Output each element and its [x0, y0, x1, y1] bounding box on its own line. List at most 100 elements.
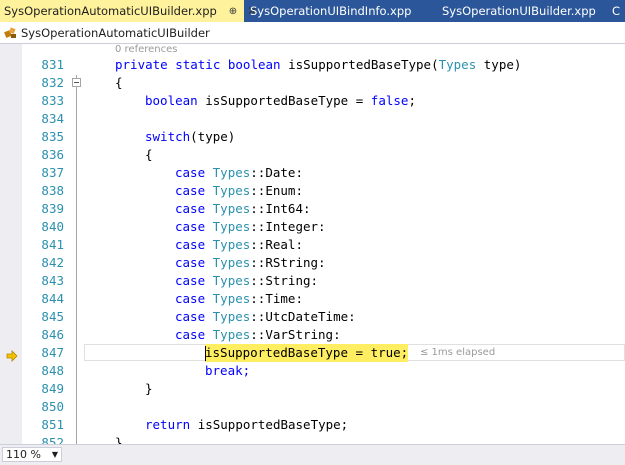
tab-label: C: [612, 4, 621, 18]
line-number: 847: [41, 345, 64, 360]
code-line: 836 {: [0, 146, 625, 164]
keyword: case: [175, 165, 213, 180]
case-statement: case Types::Enum:: [175, 182, 303, 200]
line-number: 844: [41, 291, 64, 306]
line-number: 833: [41, 93, 64, 108]
keyword: case: [175, 327, 213, 342]
keyword: case: [175, 219, 213, 234]
tab-label: SysOperationAutomaticUIBuilder.xpp: [4, 4, 217, 18]
code-line: 846 case Types::VarString:: [0, 326, 625, 344]
punct: ;: [408, 93, 416, 108]
case-statement: case Types::Time:: [175, 290, 303, 308]
line-number: 843: [41, 273, 64, 288]
code-line: 845 case Types::UtcDateTime:: [0, 308, 625, 326]
code-text: private static boolean isSupportedBaseTy…: [115, 56, 521, 74]
tab-sysoperationautomaticuibuilder[interactable]: SysOperationAutomaticUIBuilder.xpp ⊕ ✕: [0, 0, 257, 22]
collapse-toggle[interactable]: [72, 78, 81, 87]
scope-op: ::: [250, 237, 266, 252]
zoom-dropdown[interactable]: 110 % ▼: [2, 447, 62, 462]
enum-member: UtcDateTime:: [265, 309, 356, 324]
pin-icon[interactable]: ⊕: [229, 6, 237, 17]
line-number: 840: [41, 219, 64, 234]
code-line: 834: [0, 110, 625, 128]
code-line: 844 case Types::Time:: [0, 290, 625, 308]
case-statement: case Types::String:: [175, 272, 318, 290]
tab-sysoperationuibuilder[interactable]: SysOperationUIBuilder.xpp: [430, 0, 610, 22]
case-statement: case Types::RString:: [175, 254, 326, 272]
scope-op: ::: [250, 201, 266, 216]
keyword: switch: [145, 129, 191, 144]
code-line: 852 }: [0, 434, 625, 444]
tab-label: SysOperationUIBindInfo.xpp: [250, 4, 412, 18]
enum-member: VarString:: [265, 327, 341, 342]
line-number: 842: [41, 255, 64, 270]
scope-op: ::: [250, 165, 266, 180]
param: type): [476, 57, 522, 72]
codelens-references[interactable]: 0 references: [115, 44, 178, 55]
return-value: isSupportedBaseType;: [197, 417, 349, 432]
scope-op: ::: [250, 309, 266, 324]
code-line: 837 case Types::Date:: [0, 164, 625, 182]
code-line: 839 case Types::Int64:: [0, 200, 625, 218]
scope-op: ::: [250, 219, 266, 234]
tab-label: SysOperationUIBuilder.xpp: [442, 4, 596, 18]
perftip-elapsed[interactable]: ≤ 1ms elapsed: [420, 344, 495, 362]
current-statement-highlight: isSupportedBaseType = true;: [205, 344, 409, 362]
line-number: 832: [41, 75, 64, 90]
keyword: false: [370, 93, 409, 108]
code-text: }: [145, 381, 153, 396]
keyword: case: [175, 309, 213, 324]
enum-member: RString:: [265, 255, 326, 270]
code-line: 838 case Types::Enum:: [0, 182, 625, 200]
enum-member: Int64:: [265, 201, 311, 216]
navigation-bar[interactable]: SysOperationAutomaticUIBuilder: [0, 22, 625, 44]
type-name: Types: [212, 327, 251, 342]
line-number: 846: [41, 327, 64, 342]
line-number: 852: [41, 435, 64, 444]
keyword: case: [175, 255, 213, 270]
keyword: case: [175, 291, 213, 306]
line-number: 838: [41, 183, 64, 198]
code-text: {: [115, 75, 123, 90]
keyword: private static boolean: [115, 57, 289, 72]
code-line: 831 private static boolean isSupportedBa…: [0, 56, 625, 74]
method-name: isSupportedBaseType(: [288, 57, 439, 72]
navbar-class-label: SysOperationAutomaticUIBuilder: [21, 25, 210, 40]
document-tab-bar: SysOperationAutomaticUIBuilder.xpp ⊕ ✕ S…: [0, 0, 625, 22]
code-line: 843 case Types::String:: [0, 272, 625, 290]
line-number: 851: [41, 417, 64, 432]
case-statement: case Types::Date:: [175, 164, 303, 182]
code-text: boolean isSupportedBaseType = false;: [145, 92, 416, 110]
scope-op: ::: [250, 273, 266, 288]
tab-overflow[interactable]: C: [610, 0, 620, 22]
expression: (type): [190, 129, 236, 144]
code-text: break;: [205, 363, 251, 378]
editor-status-bar: 110 % ▼: [0, 444, 625, 465]
code-line: 841 case Types::Real:: [0, 236, 625, 254]
type-name: Types: [212, 255, 251, 270]
line-number: 834: [41, 111, 64, 126]
enum-member: Time:: [265, 291, 303, 306]
code-editor[interactable]: 0 references 831 private static boolean …: [0, 44, 625, 444]
case-statement: case Types::VarString:: [175, 326, 341, 344]
code-line: 850: [0, 398, 625, 416]
code-line: 848 break;: [0, 362, 625, 380]
enum-member: Integer:: [265, 219, 326, 234]
type-name: Types: [212, 273, 251, 288]
case-statement: case Types::Int64:: [175, 200, 311, 218]
type-name: Types: [212, 219, 251, 234]
line-number: 845: [41, 309, 64, 324]
enum-member: Real:: [265, 237, 303, 252]
case-statement: case Types::Real:: [175, 236, 303, 254]
text-caret: [205, 346, 206, 361]
case-statement: case Types::Integer:: [175, 218, 326, 236]
code-line: 833 boolean isSupportedBaseType = false;: [0, 92, 625, 110]
tab-sysoperationuibindinfo[interactable]: SysOperationUIBindInfo.xpp: [244, 0, 430, 22]
zoom-level: 110 %: [6, 448, 41, 461]
scope-op: ::: [250, 327, 266, 342]
line-number: 850: [41, 399, 64, 414]
class-icon: [4, 26, 18, 40]
keyword: boolean: [145, 93, 206, 108]
type-name: Types: [212, 201, 251, 216]
code-text: }: [115, 435, 123, 444]
